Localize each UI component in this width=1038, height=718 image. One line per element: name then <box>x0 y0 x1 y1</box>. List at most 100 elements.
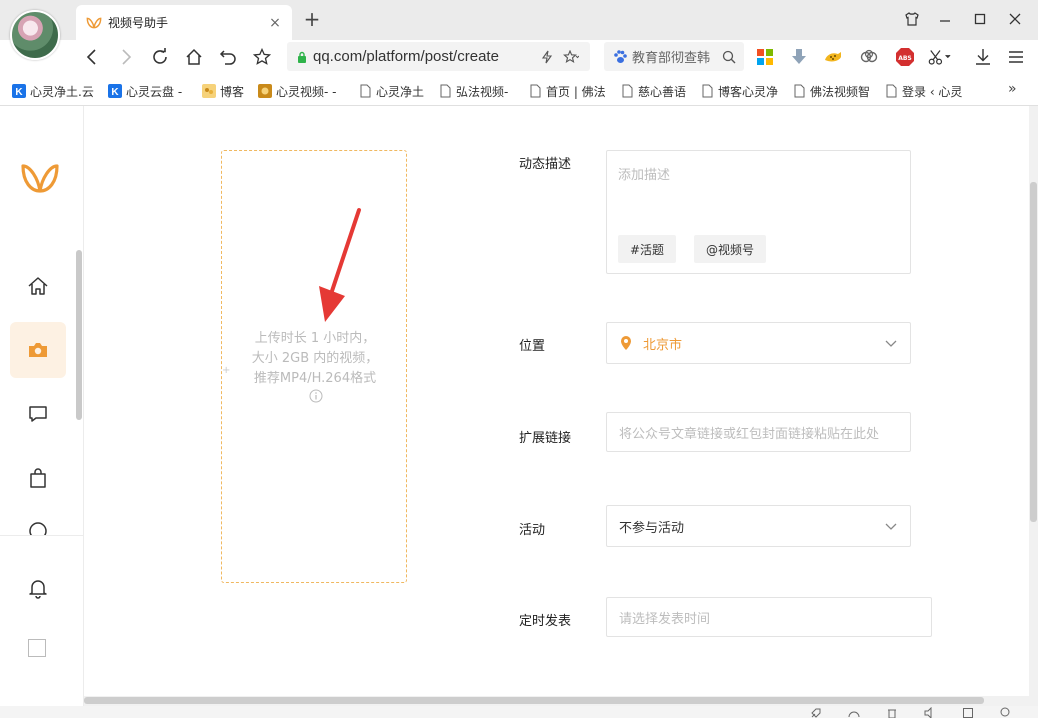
location-value: 北京市 <box>643 337 683 353</box>
video-icon <box>258 84 272 98</box>
apps-grid-icon[interactable] <box>753 45 777 69</box>
new-tab-button[interactable]: + <box>302 9 322 30</box>
rocket-icon[interactable] <box>810 707 822 718</box>
chevron-down-icon <box>885 340 897 347</box>
download-arrow-icon[interactable] <box>787 45 811 69</box>
sidebar-divider <box>0 535 83 536</box>
browser-toolbar: qq.com/platform/post/create 教育部彻查韩 ABS <box>0 40 1038 74</box>
schedule-time-picker[interactable]: 请选择发表时间 <box>606 597 932 637</box>
post-create-panel: + 上传时长 1 小时内， 大小 2GB 内的视频， 推荐MP4/H.264格式… <box>84 106 1029 696</box>
search-icon[interactable] <box>722 50 736 64</box>
zoom-icon[interactable] <box>1000 707 1012 718</box>
camera-icon <box>29 343 47 357</box>
maximize-icon[interactable] <box>969 8 991 30</box>
reload-icon[interactable] <box>148 45 172 69</box>
user-avatar[interactable] <box>10 10 60 60</box>
sidebar-item-shop[interactable] <box>10 450 66 506</box>
topic-chip-button[interactable]: #活题 <box>618 235 677 263</box>
mention-channel-button[interactable]: @视频号 <box>694 235 767 263</box>
channels-logo-icon[interactable] <box>20 158 60 198</box>
scissors-icon[interactable] <box>928 45 952 69</box>
browser-titlebar: 视频号助手 × + <box>0 0 1038 60</box>
description-textarea[interactable]: 添加描述 #活题 @视频号 <box>606 150 911 274</box>
sidebar-item-messages[interactable] <box>10 386 66 442</box>
window-icon[interactable] <box>962 707 974 718</box>
schedule-label: 定时发表 <box>519 614 572 629</box>
browser-tab-active[interactable]: 视频号助手 × <box>76 5 292 40</box>
blog-icon <box>202 84 216 98</box>
annotation-arrow-icon <box>319 208 361 322</box>
channels-logo-icon <box>86 17 102 28</box>
bookmark-item[interactable]: 登录 ‹ 心灵 <box>884 82 966 100</box>
user-profile-image[interactable] <box>28 639 46 657</box>
menu-icon[interactable] <box>1004 45 1028 69</box>
speed-icon[interactable] <box>848 707 860 718</box>
description-label: 动态描述 <box>519 157 572 172</box>
bookmark-item[interactable]: 心灵视频- - <box>258 82 344 100</box>
bookmarks-bar: K 心灵净土.云 K 心灵云盘 - 博客 心灵视频- - 心灵净土 弘法视频- … <box>0 74 1038 106</box>
address-bar[interactable]: qq.com/platform/post/create <box>287 42 590 71</box>
downloads-icon[interactable] <box>971 45 995 69</box>
bookmark-item[interactable]: 博客 <box>202 82 252 100</box>
vertical-scrollbar-thumb[interactable] <box>1030 182 1037 522</box>
page-icon <box>440 84 451 98</box>
back-icon[interactable] <box>80 45 104 69</box>
sidebar-item-partial[interactable] <box>10 514 66 536</box>
bookmark-item[interactable]: 首页 | 佛法 <box>528 82 606 100</box>
forward-icon[interactable] <box>114 45 138 69</box>
home-icon <box>28 277 48 295</box>
bookmark-item[interactable]: 佛法视频智 <box>792 82 872 100</box>
minimize-icon[interactable] <box>934 8 956 30</box>
activity-value: 不参与活动 <box>619 520 685 536</box>
cloud-link-icon[interactable] <box>857 45 881 69</box>
activity-select[interactable]: 不参与活动 <box>606 505 911 547</box>
left-sidebar <box>0 106 84 718</box>
location-select[interactable]: 北京市 <box>606 322 911 364</box>
leopard-extension-icon[interactable] <box>821 45 845 69</box>
skin-shirt-icon[interactable] <box>901 8 923 30</box>
home-page-icon[interactable] <box>182 45 206 69</box>
lightning-icon[interactable] <box>538 48 556 66</box>
lock-icon <box>298 51 306 63</box>
trash-icon[interactable] <box>886 707 898 718</box>
baidu-paw-icon <box>614 49 627 63</box>
url-text[interactable]: qq.com/platform/post/create <box>313 48 532 65</box>
bookmark-item[interactable]: K 心灵净土.云 <box>12 82 96 100</box>
bookmark-item[interactable]: 慈心善语 <box>620 82 690 100</box>
svg-text:K: K <box>15 87 23 98</box>
bookmark-item[interactable]: K 心灵云盘 - <box>108 82 188 100</box>
bookmark-item[interactable]: 博客心灵净 <box>700 82 780 100</box>
bookmarks-more-icon[interactable]: » <box>1008 81 1022 99</box>
svg-text:K: K <box>111 87 119 98</box>
tab-close-icon[interactable]: × <box>268 16 282 30</box>
browser-statusbar <box>0 706 1038 718</box>
volume-icon[interactable] <box>924 707 936 718</box>
sidebar-item-post-video[interactable] <box>10 322 66 378</box>
upload-hint: 上传时长 1 小时内， 大小 2GB 内的视频， 推荐MP4/H.264格式 <box>251 331 379 386</box>
close-window-icon[interactable] <box>1004 8 1026 30</box>
extended-link-label: 扩展链接 <box>519 431 572 446</box>
search-input[interactable]: 教育部彻查韩 <box>632 47 722 66</box>
horizontal-scrollbar-thumb[interactable] <box>84 697 984 704</box>
k-icon: K <box>12 84 26 98</box>
info-icon[interactable] <box>309 389 323 403</box>
adblock-icon[interactable]: ABS <box>893 45 917 69</box>
k-icon: K <box>108 84 122 98</box>
bookmark-star-icon[interactable] <box>562 48 580 66</box>
sidebar-item-home[interactable] <box>10 258 66 314</box>
location-pin-icon <box>621 336 631 350</box>
bookmark-item[interactable]: 心灵净土 <box>358 82 428 100</box>
extended-link-input[interactable]: 将公众号文章链接或红包封面链接粘贴在此处 <box>606 412 911 452</box>
search-box[interactable]: 教育部彻查韩 <box>604 42 744 71</box>
bookmark-item[interactable]: 弘法视频- <box>438 82 514 100</box>
description-placeholder: 添加描述 <box>618 168 671 183</box>
svg-text:ABS: ABS <box>898 55 912 62</box>
undo-close-icon[interactable] <box>216 45 240 69</box>
chevron-down-icon <box>885 523 897 530</box>
sidebar-item-notifications[interactable] <box>10 560 66 616</box>
extended-link-placeholder: 将公众号文章链接或红包封面链接粘贴在此处 <box>619 426 880 442</box>
favorite-star-icon[interactable] <box>250 45 274 69</box>
shopping-bag-icon <box>30 468 46 488</box>
tab-title: 视频号助手 <box>108 16 169 30</box>
sidebar-scrollbar[interactable] <box>76 250 82 420</box>
